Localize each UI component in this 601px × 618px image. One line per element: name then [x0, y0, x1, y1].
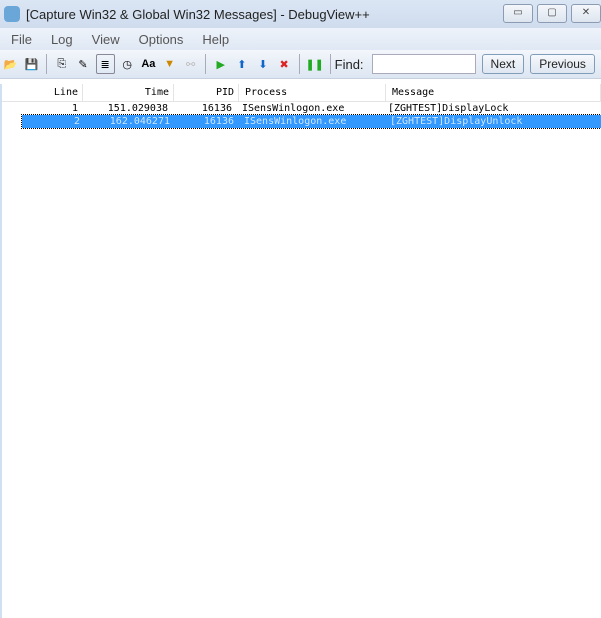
copy-icon[interactable]: ⎘	[53, 55, 70, 73]
cell-line: 1	[71, 103, 78, 114]
cell-pid: 16136	[203, 116, 234, 127]
bookmark-down-icon[interactable]: ⬇	[254, 55, 271, 73]
filter-icon[interactable]: ▼	[161, 55, 178, 73]
menu-view[interactable]: View	[81, 32, 128, 47]
next-button[interactable]: Next	[481, 54, 525, 74]
cell-message: [ZGHTEST]DisplayLock	[388, 103, 509, 114]
header-process[interactable]: Process	[239, 84, 386, 101]
app-icon	[4, 6, 20, 22]
bookmark-clear-icon[interactable]: ✖	[276, 55, 293, 73]
header-pid[interactable]: PID	[174, 84, 239, 101]
previous-button[interactable]: Previous	[530, 54, 595, 74]
header-line[interactable]: Line	[20, 84, 83, 101]
toolbar: 📂 💾 ⎘ ✎ ≣ ◷ Aa ▼ ⚯ ▶ ⬆ ⬇ ✖ ❚❚ Find: Next…	[0, 50, 601, 79]
log-table: Line Time PID Process Message 1 151.0290…	[0, 84, 601, 618]
cell-process: ISensWinlogon.exe	[244, 116, 347, 127]
window-title: [Capture Win32 & Global Win32 Messages] …	[26, 6, 370, 22]
find-input[interactable]	[371, 54, 476, 74]
clock-icon[interactable]: ◷	[119, 55, 136, 73]
header-message[interactable]: Message	[386, 84, 601, 101]
pause-icon[interactable]: ❚❚	[305, 55, 323, 73]
minimize-button[interactable]: ▭	[503, 4, 533, 23]
cell-time: 162.046271	[109, 116, 170, 127]
find-label: Find:	[334, 56, 364, 72]
table-row-selected[interactable]: 2 162.046271 16136 ISensWinlogon.exe [ZG…	[21, 114, 601, 129]
menu-bar: File Log View Options Help	[0, 28, 601, 50]
play-icon[interactable]: ▶	[212, 55, 229, 73]
link-icon[interactable]: ⚯	[182, 55, 199, 73]
close-button[interactable]: ✕	[571, 4, 601, 23]
maximize-button[interactable]: ▢	[537, 4, 567, 23]
menu-options[interactable]: Options	[128, 32, 192, 47]
clear-icon[interactable]: ✎	[74, 55, 91, 73]
table-row[interactable]: 1 151.029038 16136 ISensWinlogon.exe [ZG…	[2, 102, 601, 115]
cell-message: [ZGHTEST]DisplayUnlock	[390, 116, 523, 127]
bookmark-up-icon[interactable]: ⬆	[233, 55, 250, 73]
cell-line: 2	[73, 116, 80, 127]
font-icon[interactable]: Aa	[140, 55, 157, 73]
table-header: Line Time PID Process Message	[2, 84, 601, 102]
title-bar: [Capture Win32 & Global Win32 Messages] …	[0, 0, 601, 28]
cell-time: 151.029038	[107, 103, 168, 114]
menu-log[interactable]: Log	[40, 32, 81, 47]
open-icon[interactable]: 📂	[2, 55, 19, 73]
header-time[interactable]: Time	[83, 84, 174, 101]
save-icon[interactable]: 💾	[23, 55, 40, 73]
cell-process: ISensWinlogon.exe	[242, 103, 345, 114]
menu-file[interactable]: File	[0, 32, 40, 47]
autoscroll-icon[interactable]: ≣	[95, 54, 115, 74]
menu-help[interactable]: Help	[191, 32, 237, 47]
cell-pid: 16136	[201, 103, 232, 114]
